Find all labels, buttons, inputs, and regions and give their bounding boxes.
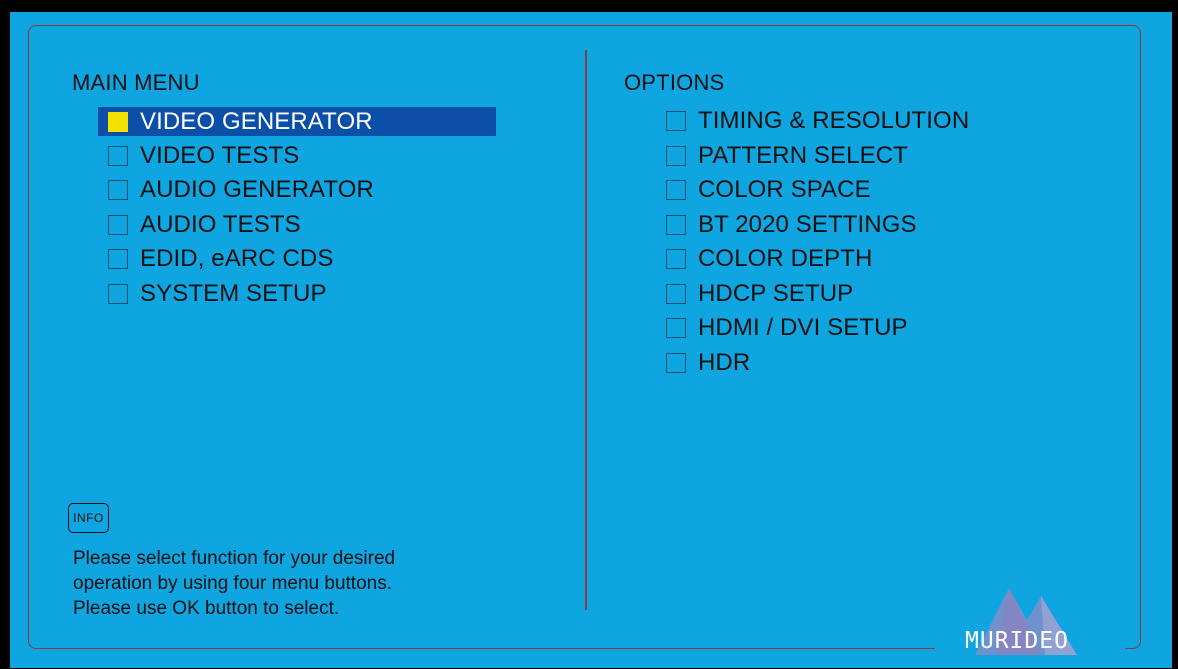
main-menu-item-system-setup[interactable]: SYSTEM SETUP	[108, 277, 496, 312]
option-label: BT 2020 SETTINGS	[698, 210, 917, 238]
checkbox-icon	[666, 214, 686, 235]
menu-item-label: SYSTEM SETUP	[140, 279, 327, 307]
checkbox-icon	[108, 145, 128, 166]
option-color-depth[interactable]: COLOR DEPTH	[666, 242, 969, 277]
checkbox-icon	[666, 318, 686, 339]
checkbox-icon	[666, 111, 686, 132]
help-line: Please use OK button to select.	[73, 598, 340, 619]
menu-item-label: AUDIO GENERATOR	[140, 176, 374, 204]
menu-item-label: VIDEO GENERATOR	[140, 107, 373, 135]
checkbox-icon	[666, 249, 686, 270]
main-menu-list: VIDEO GENERATOR VIDEO TESTS AUDIO GENERA…	[98, 104, 496, 312]
checkbox-icon	[108, 111, 128, 132]
checkbox-icon	[108, 283, 128, 304]
main-menu-item-video-generator[interactable]: VIDEO GENERATOR	[98, 107, 496, 136]
option-bt2020-settings[interactable]: BT 2020 SETTINGS	[666, 208, 969, 243]
main-menu-item-edid-earc-cds[interactable]: EDID, eARC CDS	[108, 242, 496, 277]
brand-logo-text: MURIDEO	[965, 628, 1069, 654]
option-pattern-select[interactable]: PATTERN SELECT	[666, 139, 969, 174]
main-menu-item-video-tests[interactable]: VIDEO TESTS	[108, 139, 496, 174]
info-button[interactable]: INFO	[68, 503, 109, 533]
main-menu-item-audio-tests[interactable]: AUDIO TESTS	[108, 208, 496, 243]
help-text: Please select function for your desired …	[73, 546, 395, 621]
option-label: COLOR DEPTH	[698, 245, 873, 273]
main-menu-item-audio-generator[interactable]: AUDIO GENERATOR	[108, 173, 496, 208]
option-label: HDCP SETUP	[698, 279, 854, 307]
option-hdr[interactable]: HDR	[666, 346, 969, 381]
column-divider	[585, 50, 587, 610]
checkbox-icon	[666, 145, 686, 166]
option-color-space[interactable]: COLOR SPACE	[666, 173, 969, 208]
menu-item-label: VIDEO TESTS	[140, 141, 300, 169]
option-label: HDMI / DVI SETUP	[698, 314, 908, 342]
option-hdmi-dvi-setup[interactable]: HDMI / DVI SETUP	[666, 311, 969, 346]
menu-item-label: EDID, eARC CDS	[140, 245, 334, 273]
main-menu-title: MAIN MENU	[72, 70, 200, 95]
checkbox-icon	[666, 180, 686, 201]
help-line: operation by using four menu buttons.	[73, 573, 392, 594]
menu-item-label: AUDIO TESTS	[140, 210, 301, 238]
checkbox-icon	[108, 249, 128, 270]
options-list: TIMING & RESOLUTION PATTERN SELECT COLOR…	[666, 104, 969, 380]
checkbox-icon	[666, 352, 686, 373]
option-label: TIMING & RESOLUTION	[698, 107, 970, 135]
option-timing-resolution[interactable]: TIMING & RESOLUTION	[666, 104, 969, 139]
option-label: PATTERN SELECT	[698, 141, 908, 169]
checkbox-icon	[108, 180, 128, 201]
checkbox-icon	[666, 283, 686, 304]
checkbox-icon	[108, 214, 128, 235]
option-label: HDR	[698, 348, 751, 376]
option-label: COLOR SPACE	[698, 176, 871, 204]
options-title: OPTIONS	[624, 70, 725, 95]
help-line: Please select function for your desired	[73, 548, 396, 569]
option-hdcp-setup[interactable]: HDCP SETUP	[666, 277, 969, 312]
